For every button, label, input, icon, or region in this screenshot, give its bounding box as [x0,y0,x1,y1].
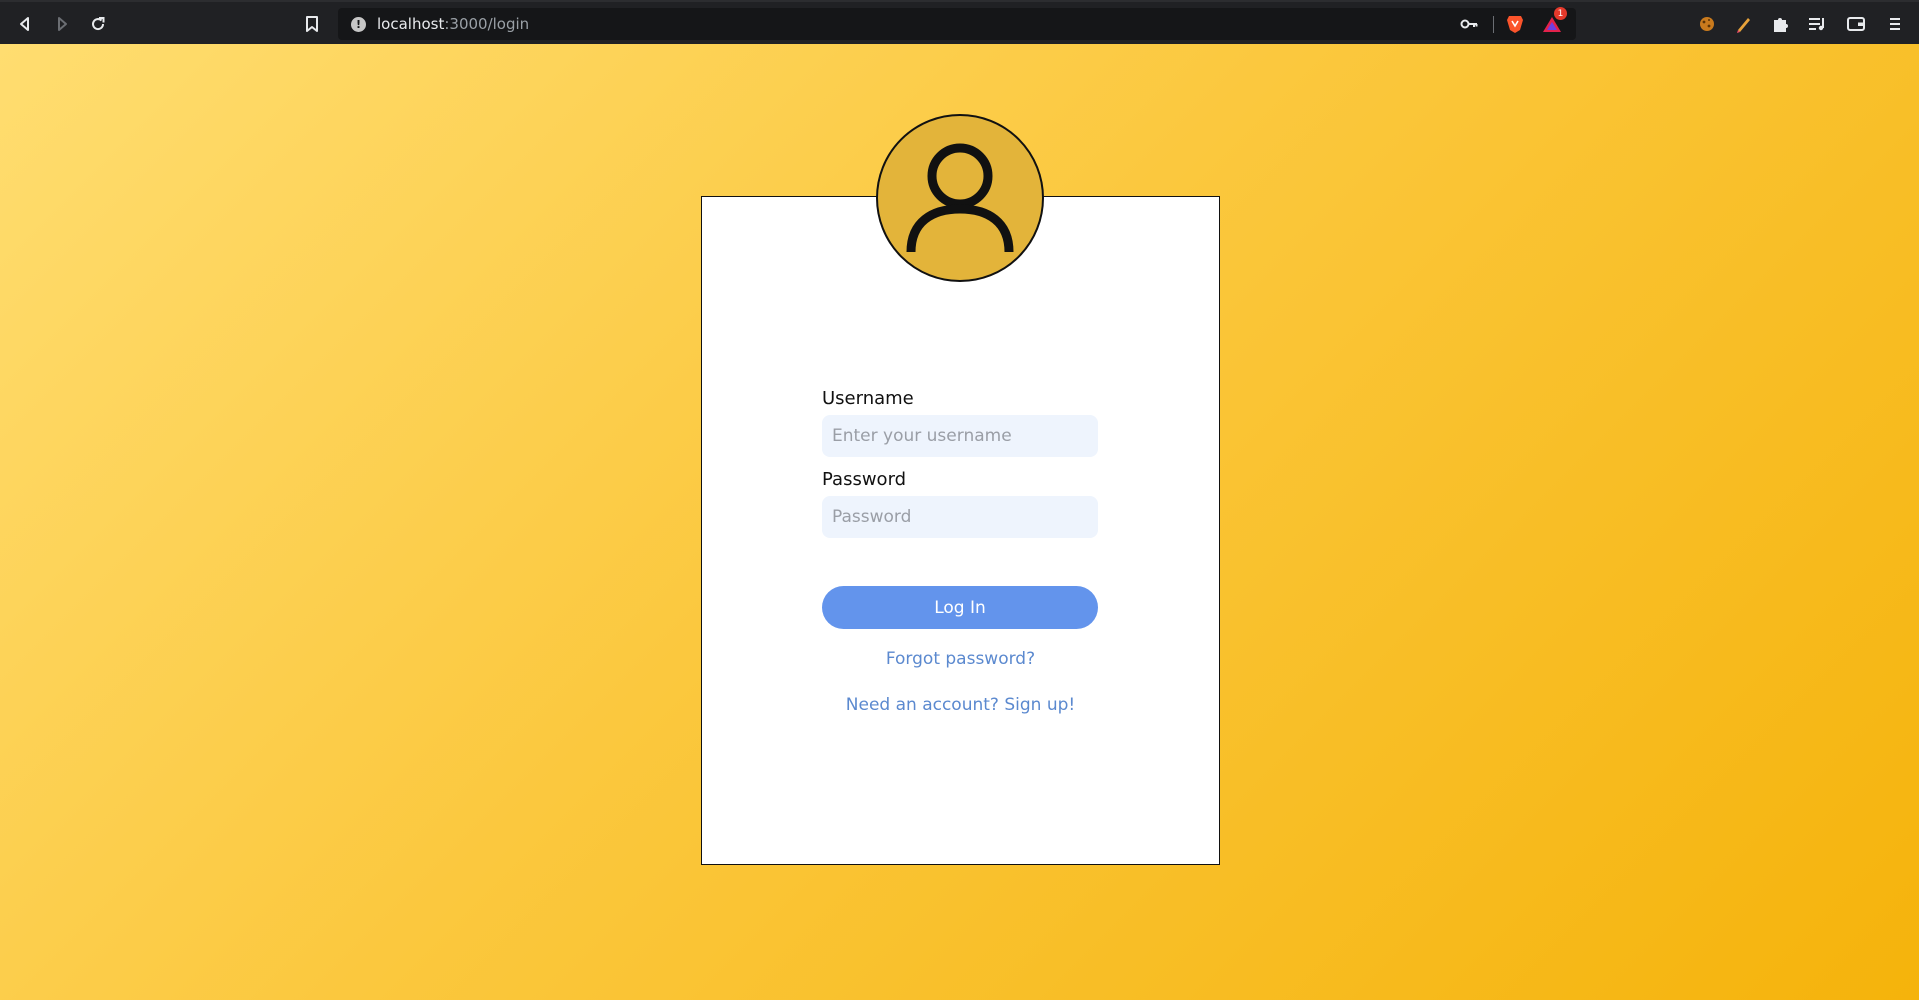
playlist-icon[interactable] [1806,13,1828,35]
password-label: Password [822,469,907,490]
notification-badge: 1 [1554,7,1567,20]
forward-arrow-icon[interactable] [50,12,74,36]
back-arrow-icon[interactable] [13,12,37,36]
brave-shield-icon[interactable] [1504,13,1526,35]
pen-extension-icon[interactable] [1733,13,1755,35]
address-bar[interactable]: ! localhost:3000/login 1 [338,7,1576,40]
info-icon[interactable]: ! [351,17,366,32]
brave-rewards-icon[interactable]: 1 [1541,7,1567,35]
forgot-password-link[interactable]: Forgot password? [701,649,1220,669]
bookmark-icon[interactable] [300,12,324,36]
url-host: localhost [377,15,445,33]
signup-link[interactable]: Need an account? Sign up! [701,695,1220,715]
login-form: Username Password [822,388,1098,538]
password-input[interactable] [822,496,1098,538]
url-text[interactable]: localhost:3000/login [377,15,529,33]
username-label: Username [822,388,914,409]
avatar [876,114,1044,282]
puzzle-extensions-icon[interactable] [1769,13,1791,35]
key-icon[interactable] [1458,13,1480,35]
browser-toolbar: ! localhost:3000/login 1 [0,0,1919,44]
wallet-icon[interactable] [1845,13,1867,35]
reload-icon[interactable] [86,12,110,36]
divider [1493,16,1494,33]
login-button[interactable]: Log In [822,586,1098,629]
url-path: :3000/login [444,15,530,33]
menu-icon[interactable] [1884,13,1906,35]
user-icon [906,143,1014,253]
cookie-extension-icon[interactable] [1696,13,1718,35]
username-input[interactable] [822,415,1098,457]
